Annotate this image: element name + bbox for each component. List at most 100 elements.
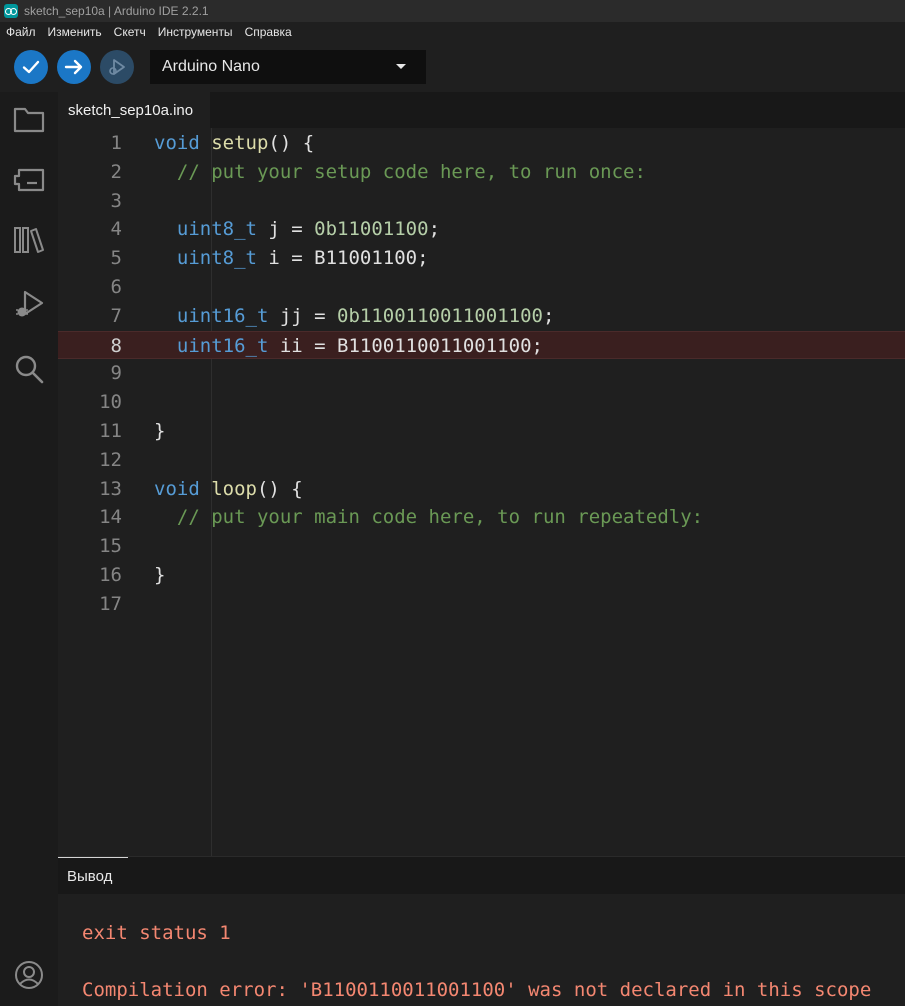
code-token: uint16_t (176, 334, 269, 357)
line-number: 13 (99, 477, 122, 500)
line-number: 1 (110, 132, 122, 154)
code-token: jj = (268, 304, 338, 327)
code-token: uint8_t (176, 218, 257, 241)
line-number: 7 (110, 304, 122, 327)
output-console[interactable]: exit status 1 Compilation error: 'B11001… (58, 894, 905, 1006)
line-number: 8 (110, 334, 122, 357)
board-icon (13, 168, 45, 192)
code-text: void setup() { (154, 129, 314, 158)
debugger-button[interactable] (12, 288, 46, 322)
code-line[interactable]: 16} (58, 561, 905, 590)
code-line[interactable]: 13 void loop() { (58, 475, 905, 504)
menu-help[interactable]: Справка (245, 25, 292, 39)
activity-bar (0, 92, 58, 1006)
line-number: 11 (99, 420, 122, 442)
code-line[interactable]: 17 (58, 590, 905, 619)
code-token: // put your setup code here, to run once… (176, 160, 646, 183)
code-line[interactable]: 9 (58, 359, 905, 388)
code-line[interactable]: 6 (58, 273, 905, 302)
code-token: j = (256, 218, 315, 241)
arduino-logo-icon (4, 4, 18, 18)
line-number: 10 (99, 391, 122, 414)
code-line[interactable]: 4 uint8_t j = 0b11001100; (58, 215, 905, 244)
tab-output[interactable]: Вывод (58, 857, 128, 894)
account-icon (15, 961, 43, 989)
code-line[interactable]: 11} (58, 417, 905, 446)
output-line: exit status 1 (82, 922, 231, 944)
account-button[interactable] (12, 958, 46, 992)
line-number: 3 (110, 189, 122, 212)
code-line[interactable]: 7 uint16_t jj = 0b1100110011001100; (58, 302, 905, 331)
code-text: uint16_t ii = B1100110011001100; (154, 332, 543, 361)
boards-manager-button[interactable] (12, 163, 46, 197)
library-manager-button[interactable] (12, 223, 46, 257)
code-text: uint16_t jj = 0b1100110011001100; (154, 302, 555, 331)
code-token: uint8_t (176, 247, 257, 270)
tab-sketch-file[interactable]: sketch_sep10a.ino (58, 92, 210, 128)
output-line: Compilation error: 'B1100110011001100' w… (82, 979, 872, 1001)
code-token: uint16_t (176, 304, 269, 327)
output-tab-label: Вывод (67, 867, 113, 885)
code-line[interactable]: 5 uint8_t i = B11001100; (58, 244, 905, 273)
search-button[interactable] (12, 352, 46, 386)
code-editor[interactable]: 1 void setup() {2 // put your setup code … (58, 128, 905, 856)
board-name: Arduino Nano (162, 58, 260, 75)
code-token: 0b1100110011001100 (337, 304, 543, 327)
code-token: // put your main code here, to run repea… (176, 506, 704, 529)
code-token: () { (256, 477, 303, 500)
line-number: 16 (99, 564, 122, 586)
menu-file[interactable]: Файл (6, 25, 36, 39)
code-text: void loop() { (154, 475, 303, 504)
editor-tabs: sketch_sep10a.ino (58, 92, 905, 128)
window-title: sketch_sep10a | Arduino IDE 2.2.1 (24, 4, 209, 18)
upload-button[interactable] (57, 50, 91, 84)
code-line[interactable]: 8 uint16_t ii = B1100110011001100; (58, 330, 905, 361)
code-text: uint8_t j = 0b11001100; (154, 215, 440, 244)
board-selector[interactable]: Arduino Nano (150, 50, 426, 84)
code-token: void (154, 477, 200, 500)
folder-icon (13, 107, 45, 133)
code-text: // put your setup code here, to run once… (154, 158, 646, 187)
menu-edit[interactable]: Изменить (48, 25, 102, 39)
sketchbook-button[interactable] (12, 102, 46, 136)
code-text: } (154, 561, 165, 590)
code-token: } (154, 564, 166, 586)
line-number: 12 (99, 448, 122, 471)
menu-sketch[interactable]: Скетч (114, 25, 146, 39)
line-number: 17 (99, 592, 122, 615)
line-number: 5 (110, 247, 122, 270)
tab-label: sketch_sep10a.ino (68, 101, 194, 119)
debug-run-icon (16, 290, 44, 317)
line-number: 6 (110, 276, 122, 298)
code-line[interactable]: 2 // put your setup code here, to run on… (58, 158, 905, 187)
toolbar: Arduino Nano (0, 42, 905, 92)
menu-tools[interactable]: Инструменты (158, 25, 233, 39)
code-line[interactable]: 12 (58, 446, 905, 475)
code-token: ; (542, 304, 555, 327)
search-icon (15, 355, 44, 384)
chevron-down-icon (396, 64, 406, 69)
code-token: () { (268, 132, 315, 154)
code-text: } (154, 417, 165, 446)
code-line[interactable]: 15 (58, 532, 905, 561)
code-line[interactable]: 1 void setup() { (58, 129, 905, 158)
verify-button[interactable] (14, 50, 48, 84)
line-number: 15 (99, 535, 122, 558)
line-number: 9 (110, 362, 122, 385)
code-token: loop (211, 477, 257, 500)
code-line[interactable]: 10 (58, 388, 905, 417)
check-icon (22, 60, 40, 74)
code-line[interactable]: 3 (58, 187, 905, 216)
code-line[interactable]: 14 // put your main code here, to run re… (58, 503, 905, 532)
debug-button[interactable] (100, 50, 134, 84)
line-number: 4 (110, 218, 122, 241)
code-token: ii = B1100110011001100; (268, 334, 543, 357)
output-panel-header: Вывод (58, 856, 905, 894)
